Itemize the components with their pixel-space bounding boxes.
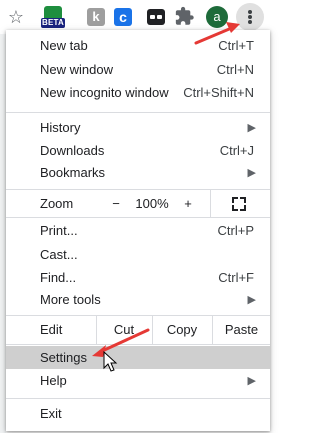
menu-item-shortcut: Ctrl+F (218, 270, 254, 285)
menu-item-history[interactable]: History ▶ (6, 117, 270, 139)
menu-item-shortcut: Ctrl+Shift+N (183, 85, 254, 100)
kebab-dot (248, 20, 252, 24)
k-extension-icon[interactable]: k (84, 5, 108, 29)
fullscreen-icon[interactable] (232, 197, 246, 211)
c-extension-glyph: c (114, 8, 132, 26)
menu-separator (6, 217, 270, 218)
menu-item-label: Settings (40, 350, 87, 365)
edit-label: Edit (40, 322, 63, 337)
chevron-right-icon: ▶ (247, 167, 256, 179)
menu-item-label: Cast... (40, 247, 78, 262)
menu-item-bookmarks[interactable]: Bookmarks ▶ (6, 162, 270, 184)
menu-item-label: Bookmarks (40, 165, 106, 180)
kebab-dot (248, 10, 252, 14)
profile-avatar[interactable]: a (206, 6, 228, 28)
zoom-row: Zoom − 100% + (6, 190, 270, 217)
menu-item-label: New tab (40, 38, 88, 53)
c-extension-icon[interactable]: c (111, 5, 135, 29)
bookmark-star-icon[interactable]: ☆ (4, 5, 28, 29)
mask-eye-right (157, 15, 162, 19)
menu-item-label: Help (40, 373, 67, 388)
menu-separator (6, 112, 270, 113)
zoom-in-button[interactable]: + (174, 190, 202, 217)
menu-item-shortcut: Ctrl+P (217, 223, 254, 238)
k-extension-glyph: k (87, 8, 105, 26)
menu-item-find[interactable]: Find... Ctrl+F (6, 267, 270, 289)
fullscreen-corner (232, 197, 238, 203)
menu-item-more-tools[interactable]: More tools ▶ (6, 289, 270, 311)
more-menu-kebab-icon[interactable] (236, 3, 264, 31)
zoom-level: 100% (135, 196, 169, 211)
menu-item-cast[interactable]: Cast... (6, 244, 270, 266)
menu-item-new-window[interactable]: New window Ctrl+N (6, 59, 270, 81)
chrome-main-menu: New tab Ctrl+T New window Ctrl+N New inc… (6, 30, 270, 431)
menu-item-help[interactable]: Help ▶ (6, 370, 270, 392)
fullscreen-corner (232, 205, 238, 211)
fullscreen-corner (240, 197, 246, 203)
chevron-right-icon: ▶ (247, 375, 256, 387)
fullscreen-corner (240, 205, 246, 211)
menu-item-label: Exit (40, 406, 62, 421)
paste-button[interactable]: Paste (213, 316, 270, 344)
menu-item-new-incognito-window[interactable]: New incognito window Ctrl+Shift+N (6, 82, 270, 104)
menu-item-print[interactable]: Print... Ctrl+P (6, 220, 270, 242)
menu-item-new-tab[interactable]: New tab Ctrl+T (6, 35, 270, 57)
edit-row: Edit Cut Copy Paste (6, 316, 270, 344)
zoom-out-button[interactable]: − (102, 190, 130, 217)
menu-item-downloads[interactable]: Downloads Ctrl+J (6, 140, 270, 162)
beta-extension-icon[interactable]: BETA (41, 5, 65, 29)
menu-item-shortcut: Ctrl+T (218, 38, 254, 53)
extensions-puzzle-icon[interactable] (173, 5, 197, 29)
beta-badge: BETA (41, 18, 65, 28)
chevron-right-icon: ▶ (247, 122, 256, 134)
menu-item-label: More tools (40, 292, 101, 307)
menu-item-label: New window (40, 62, 113, 77)
menu-item-label: Downloads (40, 143, 105, 158)
menu-item-label: New incognito window (40, 85, 169, 100)
menu-item-shortcut: Ctrl+J (219, 143, 254, 158)
mask-extension-icon[interactable] (144, 5, 168, 29)
menu-item-label: Find... (40, 270, 77, 285)
menu-item-exit[interactable]: Exit (6, 403, 270, 425)
mask-eye-left (150, 15, 155, 19)
copy-button[interactable]: Copy (153, 316, 211, 344)
cut-button[interactable]: Cut (97, 316, 151, 344)
zoom-label: Zoom (40, 196, 74, 211)
chevron-right-icon: ▶ (247, 294, 256, 306)
browser-toolbar: ☆ BETA k c a (0, 0, 270, 34)
menu-separator (6, 344, 270, 345)
menu-item-shortcut: Ctrl+N (216, 62, 254, 77)
kebab-dot (248, 15, 252, 19)
menu-item-label: History (40, 120, 81, 135)
menu-separator (6, 398, 270, 399)
zoom-divider (210, 190, 211, 217)
menu-item-label: Print... (40, 223, 78, 238)
menu-item-settings[interactable]: Settings (6, 346, 270, 369)
